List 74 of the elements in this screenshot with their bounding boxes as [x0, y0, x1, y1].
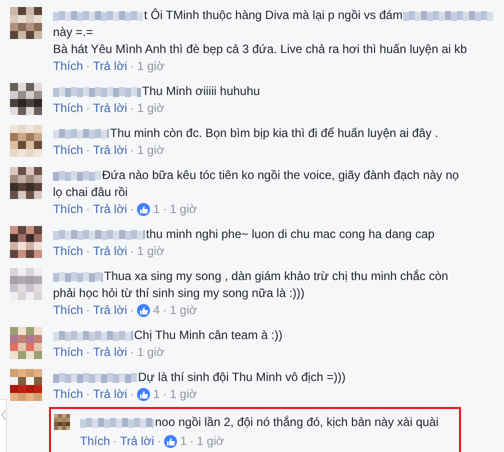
- timestamp[interactable]: 1 giờ: [137, 344, 164, 361]
- blurred-name: [53, 270, 103, 282]
- separator: ·: [130, 142, 134, 159]
- separator: ·: [130, 100, 134, 117]
- separator: ·: [130, 386, 134, 403]
- separator: ·: [113, 433, 118, 450]
- blurred-name: [53, 170, 101, 182]
- separator: ·: [86, 386, 90, 403]
- separator: ·: [162, 386, 167, 403]
- reply-link[interactable]: Trả lời: [93, 344, 128, 361]
- separator: ·: [130, 58, 134, 75]
- separator: ·: [86, 100, 90, 117]
- like-link[interactable]: Thích: [80, 433, 110, 450]
- comment-text: Thu Minh ơiiiii huhuhu: [142, 83, 260, 100]
- separator: ·: [130, 344, 134, 361]
- separator: ·: [162, 201, 167, 218]
- like-icon: [137, 203, 150, 216]
- comment-text: Đứa nào bữa kêu tóc tiên ko ngồi the voice, giãy đành đạch này nọ: [102, 167, 459, 184]
- separator: ·: [86, 142, 90, 159]
- comment-text: Chị Thu Minh cân team à :)): [134, 327, 283, 344]
- separator: ·: [130, 243, 134, 260]
- timestamp[interactable]: 1 giờ: [170, 386, 198, 403]
- separator: ·: [190, 433, 194, 450]
- comment-text: Thu minh còn đc. Bọn bìm bịp kia thì đi để huấn luyện ai đây .: [110, 125, 438, 142]
- comment-text: thu minh nghi phe~ luon di chu mac cong ha dang cap: [146, 226, 435, 243]
- timestamp[interactable]: 1 giờ: [137, 142, 164, 159]
- reply-link[interactable]: Trả lời: [93, 386, 128, 403]
- like-link[interactable]: Thích: [53, 58, 84, 75]
- reply-link[interactable]: Trả lời: [93, 58, 128, 75]
- like-link[interactable]: Thích: [53, 386, 84, 403]
- like-icon: [137, 304, 150, 317]
- comment-text: phải học hỏi từ thí sinh sing my song nữa là :))): [53, 285, 305, 302]
- timestamp[interactable]: 1 giờ: [196, 433, 224, 450]
- separator: ·: [86, 243, 90, 260]
- timestamp[interactable]: 1 giờ: [137, 243, 164, 260]
- timestamp[interactable]: 1 giờ: [137, 58, 164, 75]
- like-link[interactable]: Thích: [53, 100, 84, 117]
- like-link[interactable]: Thích: [53, 243, 84, 260]
- separator: ·: [157, 433, 162, 450]
- comment-text: Thua xa sing my song , dàn giám khảo trừ chị thu minh chắc còn: [104, 268, 448, 285]
- like-icon: [137, 388, 150, 401]
- reply-link[interactable]: Trả lời: [93, 302, 128, 319]
- reply-link[interactable]: Trả lời: [120, 433, 154, 450]
- comment-text: t Ôi TMinh thuộc hàng Diva mà lại p ngồi vs đám: [144, 7, 403, 24]
- like-link[interactable]: Thích: [53, 344, 84, 361]
- like-link[interactable]: Thích: [53, 302, 84, 319]
- comment-text: noo ngồi lần 2, đội nó thắng đó, kịch bản này xài quài: [155, 414, 439, 431]
- separator: ·: [86, 302, 90, 319]
- like-count[interactable]: 1: [153, 386, 160, 403]
- like-count[interactable]: 1: [180, 433, 187, 450]
- like-link[interactable]: Thích: [53, 201, 84, 218]
- reply-link[interactable]: Trả lời: [93, 142, 128, 159]
- comment-text: Bà hát Yêu Mình Anh thì đè bẹp cả 3 đứa. Live chả ra hơi thì huấn luyện ai kb: [53, 41, 467, 58]
- separator: ·: [86, 58, 90, 75]
- separator: ·: [130, 302, 134, 319]
- chevron-left-icon[interactable]: [0, 410, 6, 420]
- like-link[interactable]: Thích: [53, 142, 84, 159]
- blurred-name: [53, 128, 109, 140]
- like-icon: [164, 435, 178, 448]
- timestamp[interactable]: 1 giờ: [137, 100, 164, 117]
- separator: ·: [86, 201, 90, 218]
- reply-link[interactable]: Trả lời: [93, 100, 128, 117]
- separator: ·: [86, 344, 90, 361]
- timestamp[interactable]: 1 giờ: [170, 302, 198, 319]
- comment-text: Dự là thí sinh đội Thu Minh vô địch =))): [138, 369, 346, 386]
- comment-text: lọ chai đâu rồi: [53, 184, 128, 201]
- separator: ·: [130, 201, 134, 218]
- reply-link[interactable]: Trả lời: [93, 201, 128, 218]
- like-count[interactable]: 4: [153, 302, 160, 319]
- like-count[interactable]: 1: [153, 201, 160, 218]
- reply-link[interactable]: Trả lời: [93, 243, 128, 260]
- separator: ·: [162, 302, 167, 319]
- comment-text: này =.=: [53, 24, 94, 41]
- timestamp[interactable]: 1 giờ: [170, 201, 198, 218]
